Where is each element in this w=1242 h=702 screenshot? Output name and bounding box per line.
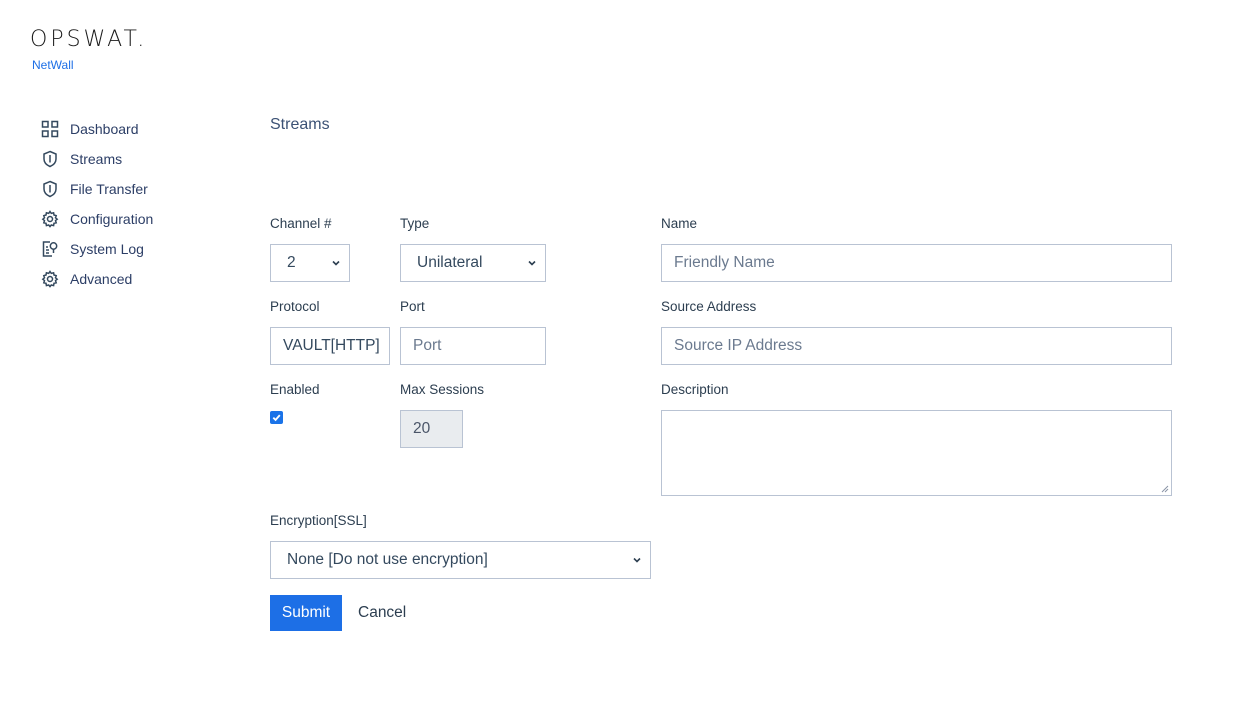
port-placeholder: Port	[413, 337, 442, 354]
description-label: Description	[661, 382, 729, 397]
type-select[interactable]: Unilateral	[400, 244, 546, 282]
name-input[interactable]: Friendly Name	[661, 244, 1172, 282]
enabled-checkbox[interactable]	[270, 411, 283, 424]
log-search-icon	[40, 239, 60, 259]
description-textarea[interactable]	[661, 410, 1172, 496]
page-title: Streams	[270, 116, 330, 133]
channel-label: Channel #	[270, 216, 332, 231]
brand-name: OPSWAT.	[30, 27, 148, 52]
port-input[interactable]: Port	[400, 327, 546, 365]
cancel-button[interactable]: Cancel	[352, 595, 412, 631]
sidebar-item-file-transfer[interactable]: File Transfer	[40, 174, 230, 204]
name-placeholder: Friendly Name	[674, 254, 775, 271]
sidebar-item-label: System Log	[70, 241, 144, 257]
encryption-label: Encryption[SSL]	[270, 513, 367, 528]
sidebar-item-configuration[interactable]: Configuration	[40, 204, 230, 234]
name-label: Name	[661, 216, 698, 231]
enabled-label: Enabled	[270, 382, 320, 397]
sidebar-item-system-log[interactable]: System Log	[40, 234, 230, 264]
checkmark-icon	[272, 414, 281, 422]
shield-icon	[40, 179, 60, 199]
gear-icon	[40, 269, 60, 289]
protocol-value: VAULT[HTTP]	[283, 337, 380, 354]
submit-button[interactable]: Submit	[270, 595, 342, 631]
port-label: Port	[400, 299, 425, 314]
sidebar-nav: Dashboard Streams File Transfer Configur…	[40, 114, 230, 294]
sidebar-item-label: Advanced	[70, 271, 133, 287]
product-name: NetWall	[32, 58, 74, 72]
source-address-input[interactable]: Source IP Address	[661, 327, 1172, 365]
type-label: Type	[400, 216, 430, 231]
max-sessions-label: Max Sessions	[400, 382, 485, 397]
chevron-down-icon	[633, 557, 641, 563]
sidebar-item-streams[interactable]: Streams	[40, 144, 230, 174]
encryption-select[interactable]: None [Do not use encryption]	[270, 541, 651, 579]
sidebar-item-label: Streams	[70, 151, 123, 167]
channel-select[interactable]: 2	[270, 244, 350, 282]
chevron-down-icon	[332, 260, 340, 266]
sidebar-item-label: File Transfer	[70, 181, 148, 197]
protocol-input[interactable]: VAULT[HTTP]	[270, 327, 390, 365]
source-address-placeholder: Source IP Address	[674, 337, 803, 354]
shield-icon	[40, 149, 60, 169]
channel-value: 2	[287, 254, 296, 271]
encryption-value: None [Do not use encryption]	[287, 551, 488, 568]
type-value: Unilateral	[417, 254, 483, 271]
source-address-label: Source Address	[661, 299, 757, 314]
dashboard-grid-icon	[40, 119, 60, 139]
resize-handle-icon[interactable]	[1161, 485, 1169, 493]
sidebar-item-label: Configuration	[70, 211, 154, 227]
max-sessions-value: 20	[413, 420, 431, 437]
sidebar-item-advanced[interactable]: Advanced	[40, 264, 230, 294]
sidebar-item-label: Dashboard	[70, 121, 139, 137]
brand-logo: OPSWAT. NetWall	[30, 27, 148, 73]
gear-icon	[40, 209, 60, 229]
max-sessions-input: 20	[400, 410, 463, 448]
protocol-label: Protocol	[270, 299, 320, 314]
chevron-down-icon	[528, 260, 536, 266]
sidebar-item-dashboard[interactable]: Dashboard	[40, 114, 230, 144]
